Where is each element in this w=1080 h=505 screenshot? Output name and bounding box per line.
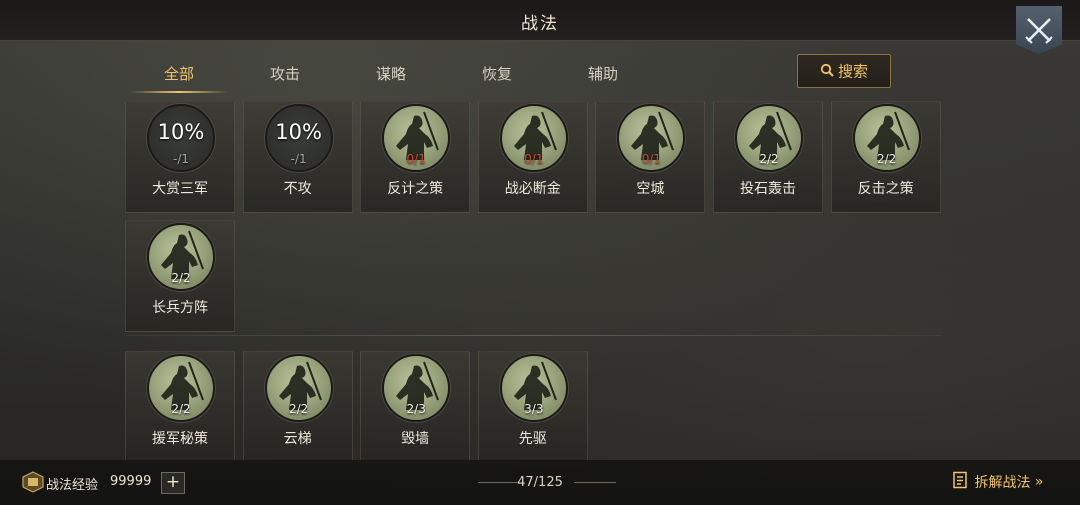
skill-name: 反计之策 xyxy=(387,181,444,197)
skill-progress-percent: 10% xyxy=(157,120,205,144)
skill-count: 2/3 xyxy=(406,402,426,416)
page-title: 战法 xyxy=(521,14,559,34)
skill-portrait: 0/1 xyxy=(499,104,568,172)
skill-count: 2/2 xyxy=(759,152,779,166)
skill-count: 0/1 xyxy=(641,152,662,166)
skill-card[interactable]: 10% -/1 大赏三军 xyxy=(125,101,235,213)
skill-count: 0/1 xyxy=(406,152,426,166)
disassemble-button[interactable]: 拆解战法 » xyxy=(952,471,1043,495)
tab-strategy[interactable]: 谋略 xyxy=(338,58,444,90)
skill-card[interactable]: 2/3 毁墙 xyxy=(360,351,471,463)
section-divider xyxy=(124,335,942,336)
skill-name: 云梯 xyxy=(283,431,312,447)
skill-card[interactable]: 2/2 投石轰击 xyxy=(713,101,823,213)
tab-support[interactable]: 辅助 xyxy=(550,58,656,90)
skill-card[interactable]: 2/2 反击之策 xyxy=(830,101,941,213)
skill-portrait: 2/2 xyxy=(264,354,333,422)
skill-portrait: 2/3 xyxy=(382,354,451,422)
skill-card[interactable]: 0/1 战必断金 xyxy=(477,101,588,213)
skill-card[interactable]: 2/2 长兵方阵 xyxy=(125,220,235,332)
tab-attack[interactable]: 攻击 xyxy=(232,58,338,90)
search-icon xyxy=(820,56,834,88)
skill-progress-percent: 10% xyxy=(275,120,322,144)
skill-portrait: 2/2 xyxy=(147,354,215,422)
skill-name: 毁墙 xyxy=(401,431,430,447)
crossed-swords-icon xyxy=(1025,18,1053,44)
skill-count: -/1 xyxy=(172,152,189,166)
close-button[interactable] xyxy=(1016,6,1062,54)
tab-recovery[interactable]: 恢复 xyxy=(444,58,550,90)
skill-portrait: 3/3 xyxy=(499,354,568,422)
skill-name: 战必断金 xyxy=(504,181,561,197)
skill-portrait: 0/1 xyxy=(382,104,451,172)
skill-portrait: 2/2 xyxy=(147,223,215,291)
skill-portrait: 2/2 xyxy=(852,104,921,172)
top-bar: 战法 xyxy=(0,0,1080,41)
skill-card[interactable]: 2/2 援军秘策 xyxy=(125,351,235,463)
skill-portrait: 2/2 xyxy=(735,104,803,172)
skill-name: 投石轰击 xyxy=(740,181,796,197)
double-chevron-right-icon: » xyxy=(1034,474,1044,490)
tab-all[interactable]: 全部 xyxy=(126,58,232,93)
skill-portrait: 10% -/1 xyxy=(147,104,215,172)
skill-count: -/1 xyxy=(290,152,307,166)
skill-name: 长兵方阵 xyxy=(152,300,208,316)
skill-count: 2/2 xyxy=(288,402,309,416)
skill-count: 0/1 xyxy=(524,152,544,166)
skill-portrait: 10% -/1 xyxy=(264,104,333,172)
page-count-line-right xyxy=(574,482,616,483)
skill-count: 2/2 xyxy=(171,402,191,416)
skill-card[interactable]: 3/3 先驱 xyxy=(477,351,588,463)
skill-name: 不攻 xyxy=(283,181,312,197)
skill-name: 反击之策 xyxy=(857,181,914,197)
skill-card[interactable]: 0/1 反计之策 xyxy=(360,101,471,213)
skill-name: 空城 xyxy=(636,181,665,197)
skill-count: 2/2 xyxy=(876,152,897,166)
skill-count: 2/2 xyxy=(171,271,191,285)
skill-card[interactable]: 0/1 空城 xyxy=(595,101,706,213)
search-button[interactable]: 搜索 xyxy=(797,54,891,88)
skill-portrait: 0/1 xyxy=(617,104,686,172)
document-list-icon xyxy=(952,471,974,493)
skill-card[interactable]: 2/2 云梯 xyxy=(242,351,353,463)
skill-name: 援军秘策 xyxy=(152,431,208,447)
skill-name: 大赏三军 xyxy=(152,181,208,197)
disassemble-label: 拆解战法 xyxy=(974,475,1031,491)
skill-count: 3/3 xyxy=(524,402,544,416)
skill-name: 先驱 xyxy=(518,431,547,447)
skill-card[interactable]: 10% -/1 不攻 xyxy=(242,101,353,213)
page-count: 47/125 xyxy=(517,475,563,490)
category-tabs: 全部 攻击 谋略 恢复 辅助 xyxy=(126,58,826,93)
search-label: 搜索 xyxy=(837,62,868,81)
